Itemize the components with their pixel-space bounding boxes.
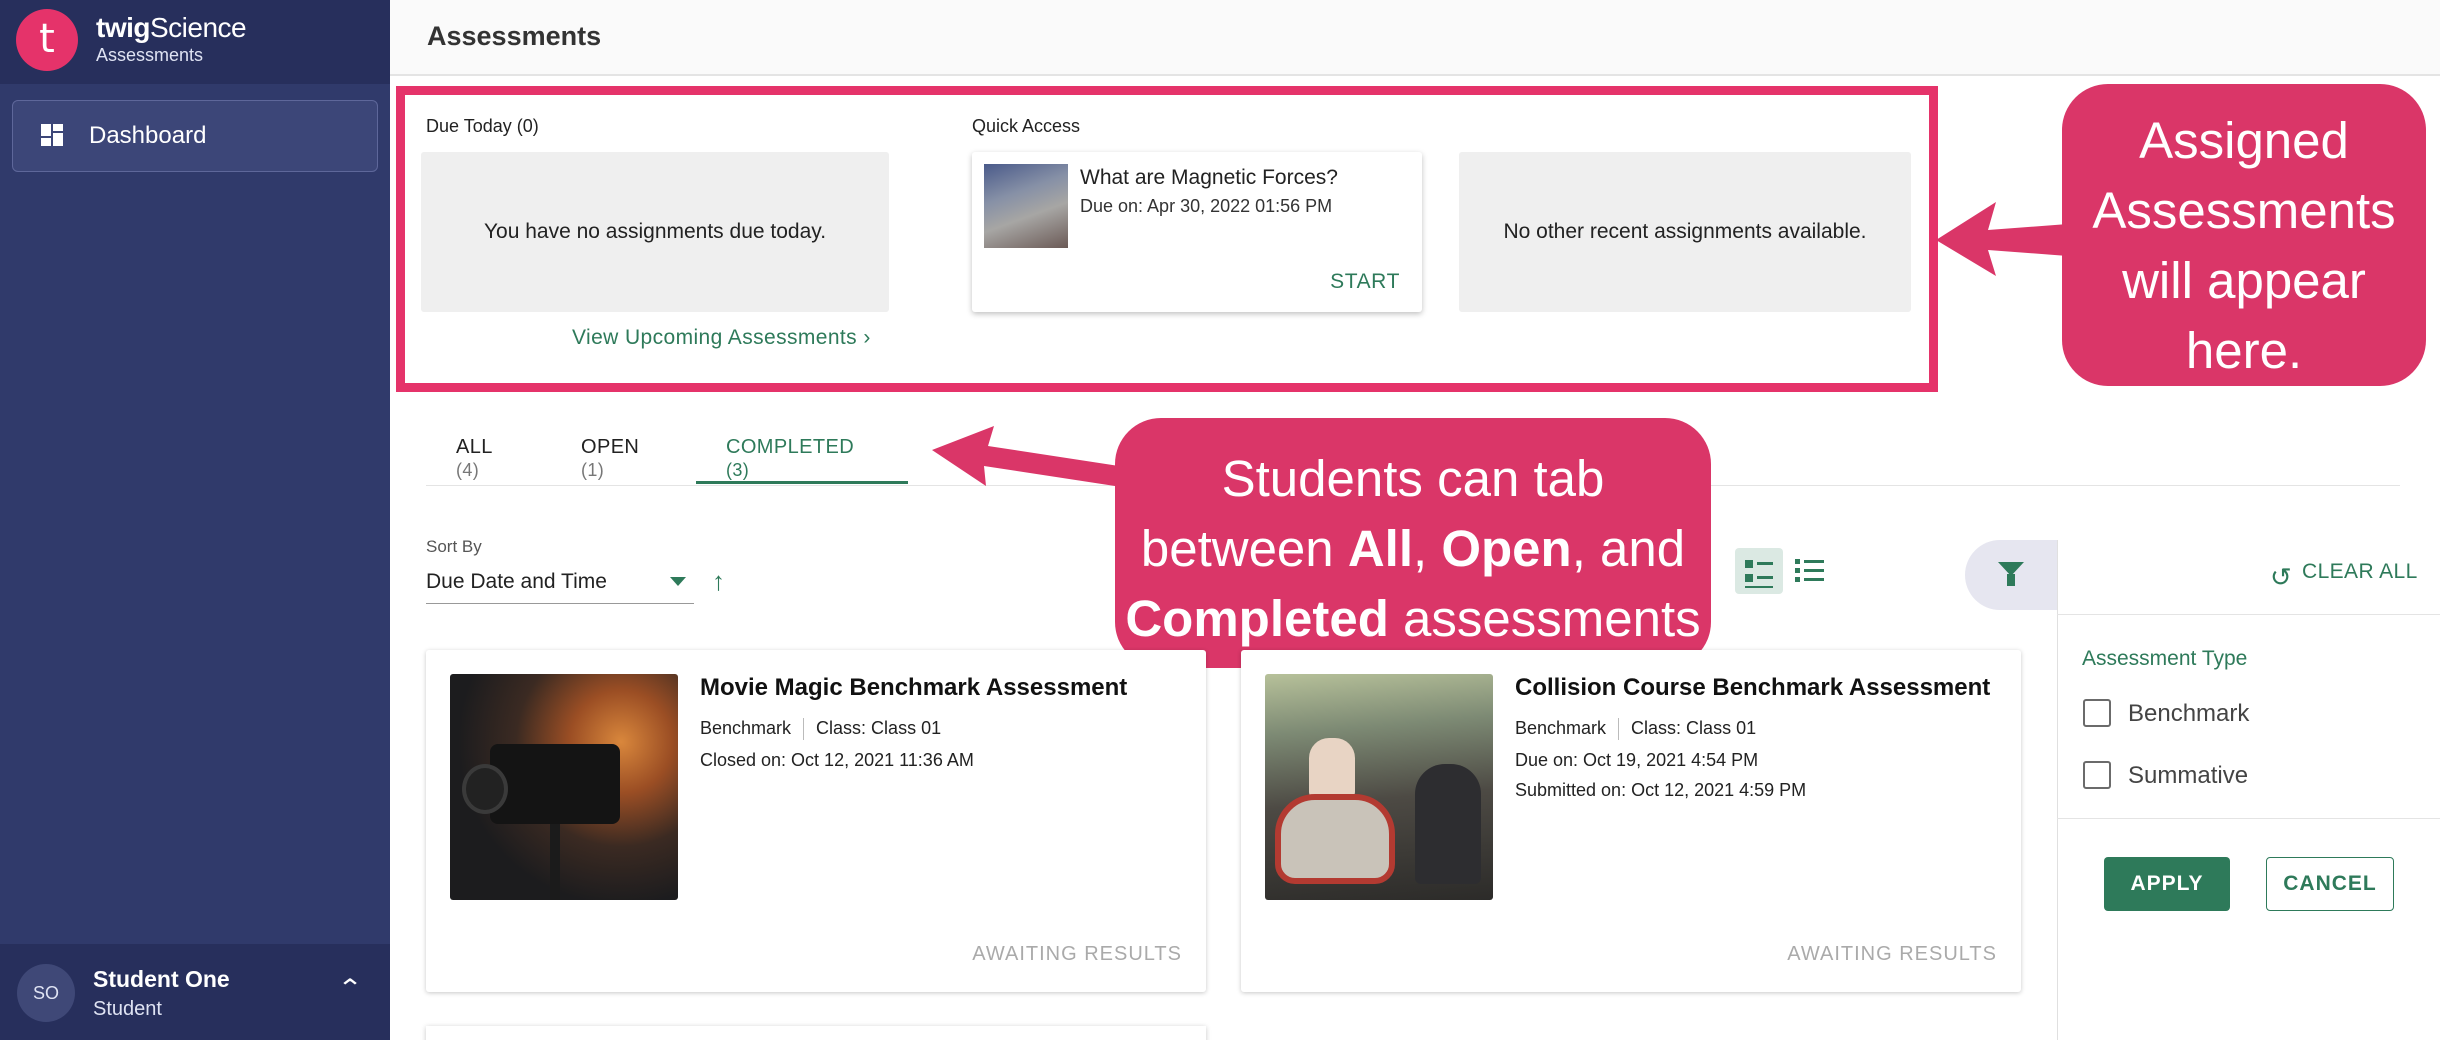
tab-completed[interactable]: COMPLETED (3) (726, 436, 854, 482)
apply-button[interactable]: APPLY (2104, 857, 2230, 911)
active-tab-indicator (696, 481, 908, 484)
callout-tabs: Students can tab between All, Open, and … (1115, 418, 1711, 668)
card-meta: Benchmark Class: Class 01 (700, 718, 941, 741)
top-bar: Assessments (390, 0, 2440, 76)
card-date: Due on: Oct 19, 2021 4:54 PM (1515, 750, 1759, 770)
cancel-button[interactable]: CANCEL (2266, 857, 2394, 911)
sidebar-item-label: Dashboard (89, 122, 207, 149)
due-today-label: Due Today (0) (426, 116, 539, 136)
status-badge: AWAITING RESULTS (972, 943, 1182, 965)
divider (2057, 818, 2440, 819)
detail-view-icon[interactable] (1735, 548, 1783, 594)
sort-select[interactable]: Due Date and Time (426, 564, 694, 604)
card-title[interactable]: Collision Course Benchmark Assessment (1515, 674, 1990, 702)
assessment-thumbnail (1265, 674, 1493, 900)
view-upcoming-link[interactable]: View Upcoming Assessments › (572, 326, 871, 350)
chevron-up-icon[interactable]: ⌃ (337, 974, 363, 1003)
reset-icon[interactable]: ↺ (2270, 562, 2292, 593)
sort-direction-icon[interactable]: ↑ (712, 566, 725, 597)
card-date: Closed on: Oct 12, 2021 11:36 AM (700, 750, 974, 770)
quick-access-card[interactable]: What are Magnetic Forces? Due on: Apr 30… (972, 152, 1422, 312)
assessment-thumbnail (984, 164, 1068, 248)
twig-logo-icon[interactable]: t (16, 9, 78, 71)
sidebar: t twigScience Assessments Dashboard SO S… (0, 0, 390, 1040)
quick-access-due: Due on: Apr 30, 2022 01:56 PM (1080, 196, 1333, 216)
avatar: SO (17, 964, 75, 1022)
user-menu[interactable]: SO Student One Student ⌃ (0, 944, 390, 1040)
assessment-card[interactable]: Movie Magic Benchmark Assessment Benchma… (426, 650, 1206, 992)
filter-panel (2057, 540, 2440, 1040)
list-view-icon[interactable] (1789, 548, 1829, 594)
filter-button[interactable] (1965, 540, 2061, 610)
tab-open[interactable]: OPEN (1) (581, 436, 639, 482)
assessment-card[interactable]: Collision Course Benchmark Assessment Be… (1241, 650, 2021, 992)
callout-arrow-icon (1936, 202, 2068, 276)
user-name: Student One (93, 966, 230, 992)
quick-access-label: Quick Access (972, 116, 1081, 136)
caret-down-icon[interactable] (670, 577, 686, 586)
card-title[interactable]: Movie Magic Benchmark Assessment (700, 674, 1127, 702)
summative-label: Summative (2128, 762, 2249, 789)
callout-arrow-icon (932, 426, 1132, 488)
sidebar-item-dashboard[interactable]: Dashboard (12, 100, 378, 172)
quick-access-title: What are Magnetic Forces? (1080, 166, 1338, 189)
sort-label: Sort By (426, 537, 482, 556)
assessment-type-label: Assessment Type (2082, 647, 2248, 670)
card-meta: Benchmark Class: Class 01 (1515, 718, 1756, 741)
benchmark-checkbox[interactable] (2083, 699, 2111, 727)
no-other-assignments: No other recent assignments available. (1459, 152, 1911, 312)
brand-name: twigScience (96, 12, 247, 43)
tab-all[interactable]: ALL (4) (456, 436, 492, 482)
chevron-right-icon: › (863, 326, 871, 349)
status-badge: AWAITING RESULTS (1787, 943, 1997, 965)
assessment-card[interactable] (426, 1026, 1206, 1040)
divider (2057, 614, 2440, 615)
page-title: Assessments (427, 21, 602, 51)
assessment-thumbnail (450, 674, 678, 900)
card-submitted: Submitted on: Oct 12, 2021 4:59 PM (1515, 780, 1807, 800)
brand-header: t twigScience Assessments (0, 0, 390, 84)
start-button[interactable]: START (1330, 270, 1400, 294)
benchmark-label: Benchmark (2128, 700, 2250, 727)
clear-all-button[interactable]: CLEAR ALL (2302, 560, 2418, 584)
callout-assigned: Assigned Assessments will appear here. (2062, 84, 2426, 386)
dashboard-icon (41, 124, 63, 146)
brand-subtitle: Assessments (96, 45, 204, 65)
due-today-empty: You have no assignments due today. (421, 152, 889, 312)
user-role: Student (93, 998, 162, 1020)
summative-checkbox[interactable] (2083, 761, 2111, 789)
